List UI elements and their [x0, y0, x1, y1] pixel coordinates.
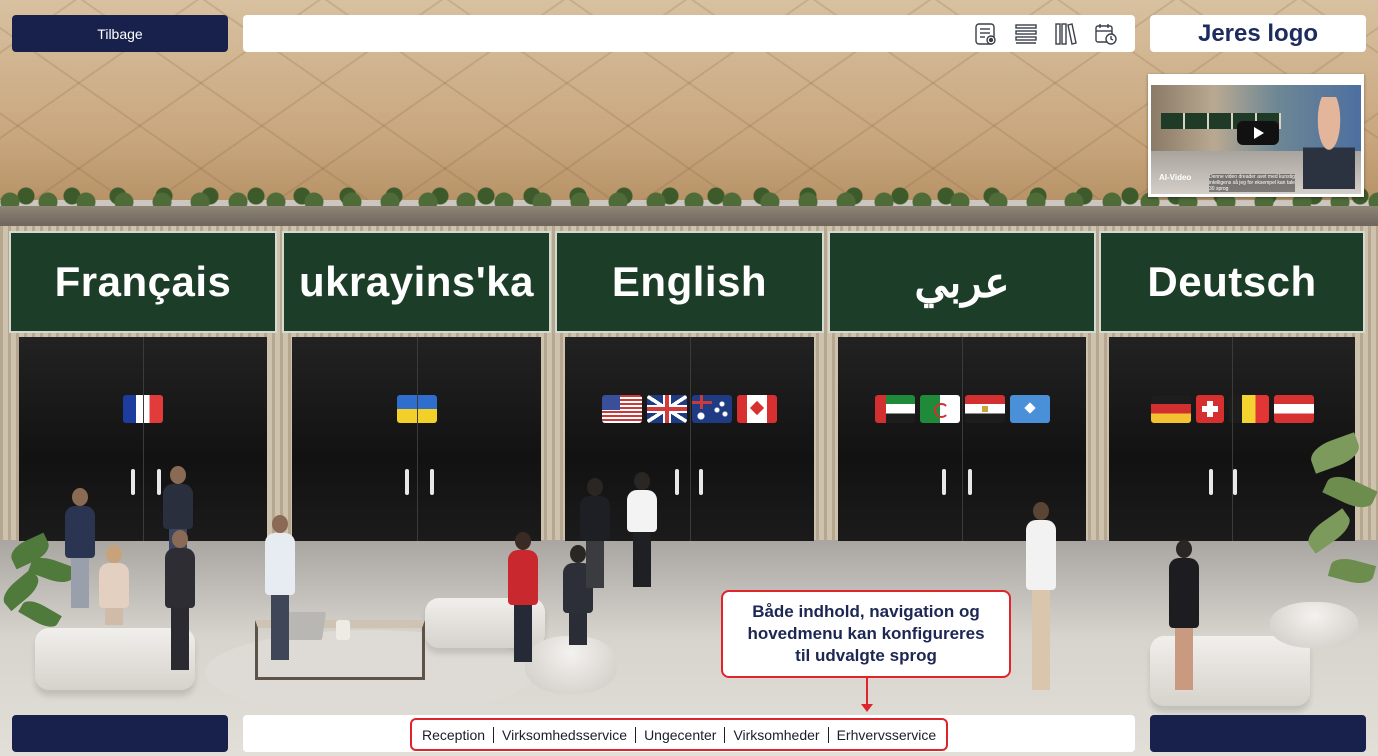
calendar-clock-icon[interactable] [1093, 21, 1119, 47]
flag-at [1273, 395, 1314, 423]
potted-tree [1300, 430, 1378, 670]
flag-ae [874, 395, 915, 423]
person [622, 472, 662, 587]
menu-item-reception[interactable]: Reception [414, 727, 493, 743]
video-brand: AI-Video [1159, 173, 1192, 182]
flag-us [602, 395, 642, 423]
vase [336, 620, 350, 640]
door-handle [430, 469, 434, 495]
flag-eg [964, 395, 1005, 423]
door-handle [405, 469, 409, 495]
menu-item-erhvervsservice[interactable]: Erhvervsservice [829, 727, 945, 743]
flag-group [565, 395, 814, 423]
presenter [1303, 97, 1355, 189]
flag-au [692, 395, 732, 423]
toolbar-icons [973, 21, 1119, 47]
person [150, 530, 210, 670]
door-handle [699, 469, 703, 495]
flag-group [838, 395, 1086, 423]
bottom-right-button[interactable] [1150, 715, 1366, 752]
library-icon[interactable] [1053, 21, 1079, 47]
bottom-left-button[interactable] [12, 715, 228, 752]
play-icon[interactable] [1237, 121, 1279, 145]
person [90, 545, 138, 625]
ai-video-player[interactable]: AI-Video Denne video dreader avet med ku… [1148, 74, 1364, 197]
list-view-icon[interactable] [973, 21, 999, 47]
menu-item-virksomhedsservice[interactable]: Virksomhedsservice [494, 727, 635, 743]
flag-uk [647, 395, 687, 423]
menu-item-virksomheder[interactable]: Virksomheder [725, 727, 827, 743]
booth-arabic[interactable]: عربي [828, 231, 1096, 541]
top-toolbar [243, 15, 1135, 52]
info-callout: Både indhold, navigation og hovedmenu ka… [721, 590, 1011, 678]
booth-sign[interactable]: عربي [828, 231, 1096, 333]
booth-francais[interactable]: Français [9, 231, 277, 541]
flag-so [1009, 395, 1050, 423]
flag-group [19, 395, 267, 423]
person [1018, 502, 1064, 692]
callout-arrow [866, 678, 868, 706]
back-button[interactable]: Tilbage [12, 15, 228, 52]
flag-group [292, 395, 541, 423]
door-handle [131, 469, 135, 495]
video-caption: Denne video dreader avet med kunstig int… [1209, 174, 1295, 192]
flag-ua [396, 395, 437, 423]
planter [0, 206, 1378, 226]
booth-sign[interactable]: ukrayins'ka [282, 231, 551, 333]
bottom-navigation: Reception Virksomhedsservice Ungecenter … [243, 715, 1135, 752]
flag-group [1109, 395, 1355, 423]
logo-placeholder: Jeres logo [1150, 15, 1366, 52]
booth-sign[interactable]: English [555, 231, 824, 333]
person [500, 532, 546, 662]
booth-sign[interactable]: Français [9, 231, 277, 333]
person [575, 478, 615, 588]
door-handle [675, 469, 679, 495]
flag-ca [737, 395, 777, 423]
flag-be [1228, 395, 1269, 423]
arrow-down-icon [861, 704, 873, 712]
door-handle [1209, 469, 1213, 495]
door-handle [1233, 469, 1237, 495]
door-handle [968, 469, 972, 495]
menu-item-ungecenter[interactable]: Ungecenter [636, 727, 724, 743]
menu-list-icon[interactable] [1013, 21, 1039, 47]
person [250, 515, 310, 660]
main-menu: Reception Virksomhedsservice Ungecenter … [410, 718, 949, 751]
door-handle [942, 469, 946, 495]
flag-fr [123, 395, 163, 423]
flag-dz [919, 395, 960, 423]
person [1160, 540, 1208, 690]
booth-ukrainian[interactable]: ukrayins'ka [282, 231, 551, 541]
booth-sign[interactable]: Deutsch [1099, 231, 1365, 333]
flag-ch [1195, 395, 1224, 423]
flag-de [1150, 395, 1191, 423]
booth-door [292, 337, 541, 541]
